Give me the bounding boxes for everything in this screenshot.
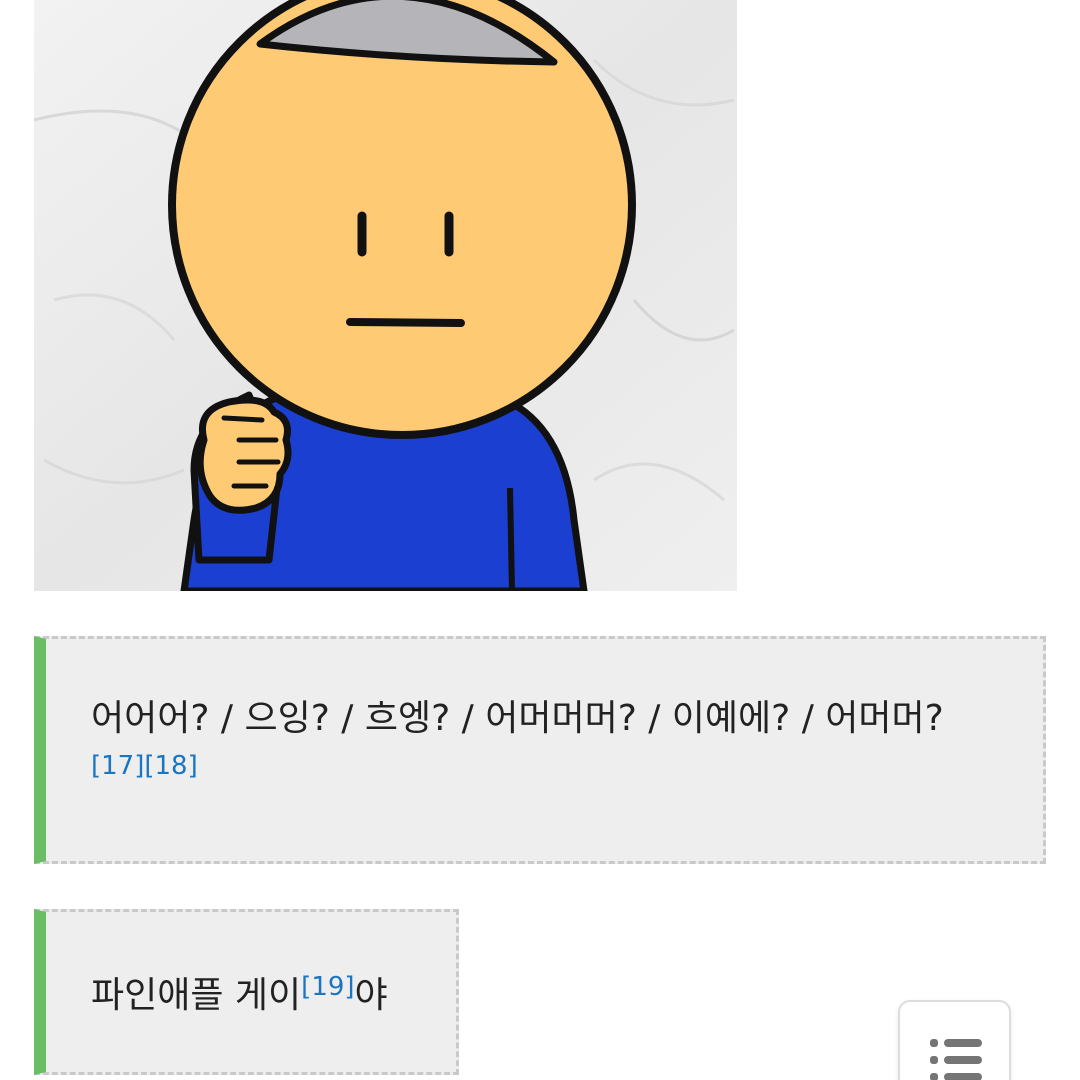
- cartoon-character-image: [34, 0, 737, 591]
- table-of-contents-button[interactable]: [898, 1000, 1011, 1080]
- blockquote-reactions: 어어어? / 으잉? / 흐엥? / 어머머머? / 이예에? / 어머머? […: [34, 636, 1046, 864]
- wiki-article-page: 어어어? / 으잉? / 흐엥? / 어머머머? / 이예에? / 어머머? […: [0, 0, 1080, 1080]
- footnote-link-19[interactable]: [19]: [301, 972, 354, 1002]
- list-icon: [930, 1039, 982, 1080]
- quote-text-suffix: 야: [354, 975, 388, 1016]
- blockquote-pineapple: 파인애플 게이[19]야: [34, 909, 459, 1075]
- quote-text: 어어어? / 으잉? / 흐엥? / 어머머머? / 이예에? / 어머머?: [91, 698, 944, 739]
- footnote-link-18[interactable]: [18]: [144, 751, 197, 781]
- footnote-link-17[interactable]: [17]: [91, 751, 144, 781]
- quote-text: 파인애플 게이: [91, 975, 302, 1016]
